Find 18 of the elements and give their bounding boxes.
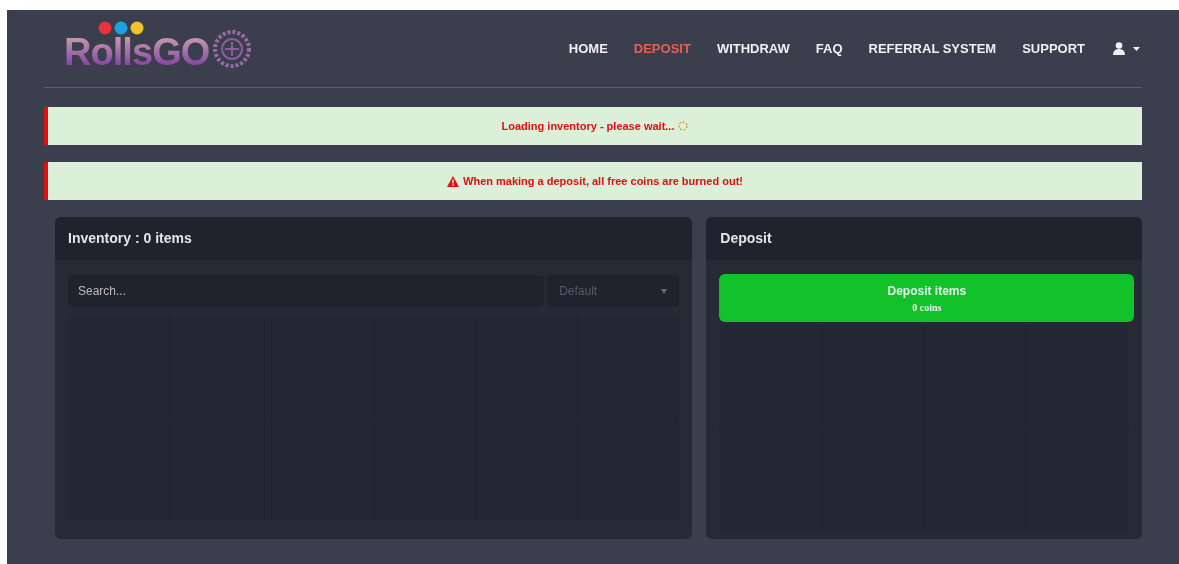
dots-icon: [98, 20, 146, 35]
panel-title: Deposit: [720, 229, 772, 248]
user-icon: [1113, 42, 1125, 55]
spinner-icon: [678, 121, 689, 131]
nav-link[interactable]: SUPPORT: [1022, 38, 1085, 59]
search-field[interactable]: Search...: [68, 275, 545, 307]
nav-link[interactable]: HOME: [568, 38, 608, 59]
caret-icon: [661, 288, 668, 294]
nav-link[interactable]: FAQ: [815, 38, 843, 59]
nav-link[interactable]: WITHDRAW: [716, 38, 790, 59]
warning-icon: [447, 175, 460, 187]
user-menu[interactable]: [1113, 42, 1140, 55]
caret-icon: [1133, 46, 1140, 51]
alert-text: When making a deposit, all free coins are burned out!: [463, 173, 743, 189]
nav-link[interactable]: REFERRAL SYSTEM: [868, 38, 997, 59]
alert-text: Loading inventory - please wait...: [501, 118, 675, 134]
panel-title: Inventory : 0 items: [68, 229, 192, 248]
roulette-icon: [213, 29, 252, 68]
